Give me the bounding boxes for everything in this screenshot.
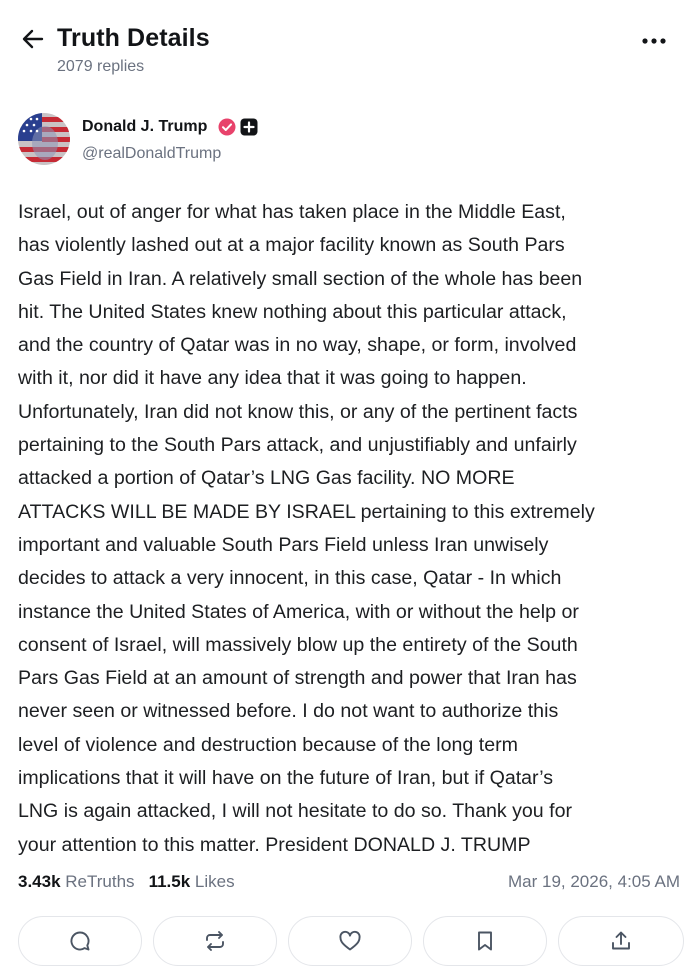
post-line: has violently lashed out at a major faci… [18, 234, 565, 257]
avatar[interactable] [18, 113, 70, 165]
post-line: hit. The United States knew nothing abou… [18, 300, 567, 323]
retruths-stat[interactable]: 3.43k ReTruths [18, 872, 135, 891]
share-button[interactable] [558, 916, 684, 966]
author-badges [218, 118, 258, 136]
post-line: and the country of Qatar was in no way, … [18, 334, 577, 357]
author-name[interactable]: Donald J. Trump [82, 118, 207, 136]
retruths-label: ReTruths [65, 872, 135, 891]
post-line: never seen or witnessed before. I do not… [18, 700, 559, 723]
post-line: implications that it will have on the fu… [18, 767, 554, 790]
post-body: Israel, out of anger for what has taken … [18, 196, 686, 862]
bookmark-button[interactable] [423, 916, 547, 966]
arrow-left-icon [22, 29, 44, 49]
reply-count: 2079 replies [57, 58, 145, 75]
header: Truth Details 2079 replies [0, 0, 700, 92]
post-line: attacked a portion of Qatar’s LNG Gas fa… [18, 467, 515, 490]
post-line: important and valuable South Pars Field … [18, 533, 549, 556]
more-horizontal-icon [642, 38, 666, 44]
post-line: instance the United States of America, w… [18, 600, 579, 623]
more-options-button[interactable] [638, 26, 670, 56]
bookmark-icon [478, 931, 492, 951]
post-line: decides to attack a very innocent, in th… [18, 567, 562, 590]
engagement-stats: 3.43k ReTruths 11.5k Likes [18, 872, 235, 892]
heart-icon [339, 930, 361, 951]
action-bar [18, 916, 684, 966]
retruths-count: 3.43k [18, 872, 61, 891]
post-line: Israel, out of anger for what has taken … [18, 201, 566, 223]
truth-details-page: Truth Details 2079 replies Donald J. Tru… [0, 0, 700, 980]
page-title: Truth Details [57, 24, 210, 52]
reply-icon [70, 931, 90, 951]
plus-badge-icon [240, 118, 258, 136]
retruth-icon [206, 931, 224, 951]
verified-badge-icon [218, 118, 236, 136]
share-icon [612, 931, 630, 950]
post-line: with it, nor did it have any idea that i… [18, 367, 527, 390]
flag-portrait-image [18, 113, 70, 165]
like-button[interactable] [288, 916, 412, 966]
post-line: Unfortunately, Iran did not know this, o… [18, 400, 578, 423]
back-button[interactable] [18, 24, 48, 54]
post-line: ATTACKS WILL BE MADE BY ISRAEL pertainin… [18, 500, 595, 523]
post-timestamp: Mar 19, 2026, 4:05 AM [508, 872, 680, 891]
post-line: your attention to this matter. President… [18, 833, 531, 856]
likes-label: Likes [194, 872, 235, 891]
author-handle[interactable]: @realDonaldTrump [82, 145, 221, 163]
post-line: consent of Israel, will massively blow u… [18, 633, 578, 656]
retruth-button[interactable] [153, 916, 277, 966]
post-line: level of violence and destruction becaus… [18, 733, 518, 756]
post-line: LNG is again attacked, I will not hesita… [18, 800, 573, 823]
post-line: Pars Gas Field at an amount of strength … [18, 667, 577, 690]
post-line: Gas Field in Iran. A relatively small se… [18, 267, 583, 290]
post-line: pertaining to the South Pars attack, and… [18, 434, 577, 457]
reply-button[interactable] [18, 916, 142, 966]
likes-stat[interactable]: 11.5k Likes [149, 872, 235, 891]
likes-count: 11.5k [148, 872, 191, 891]
